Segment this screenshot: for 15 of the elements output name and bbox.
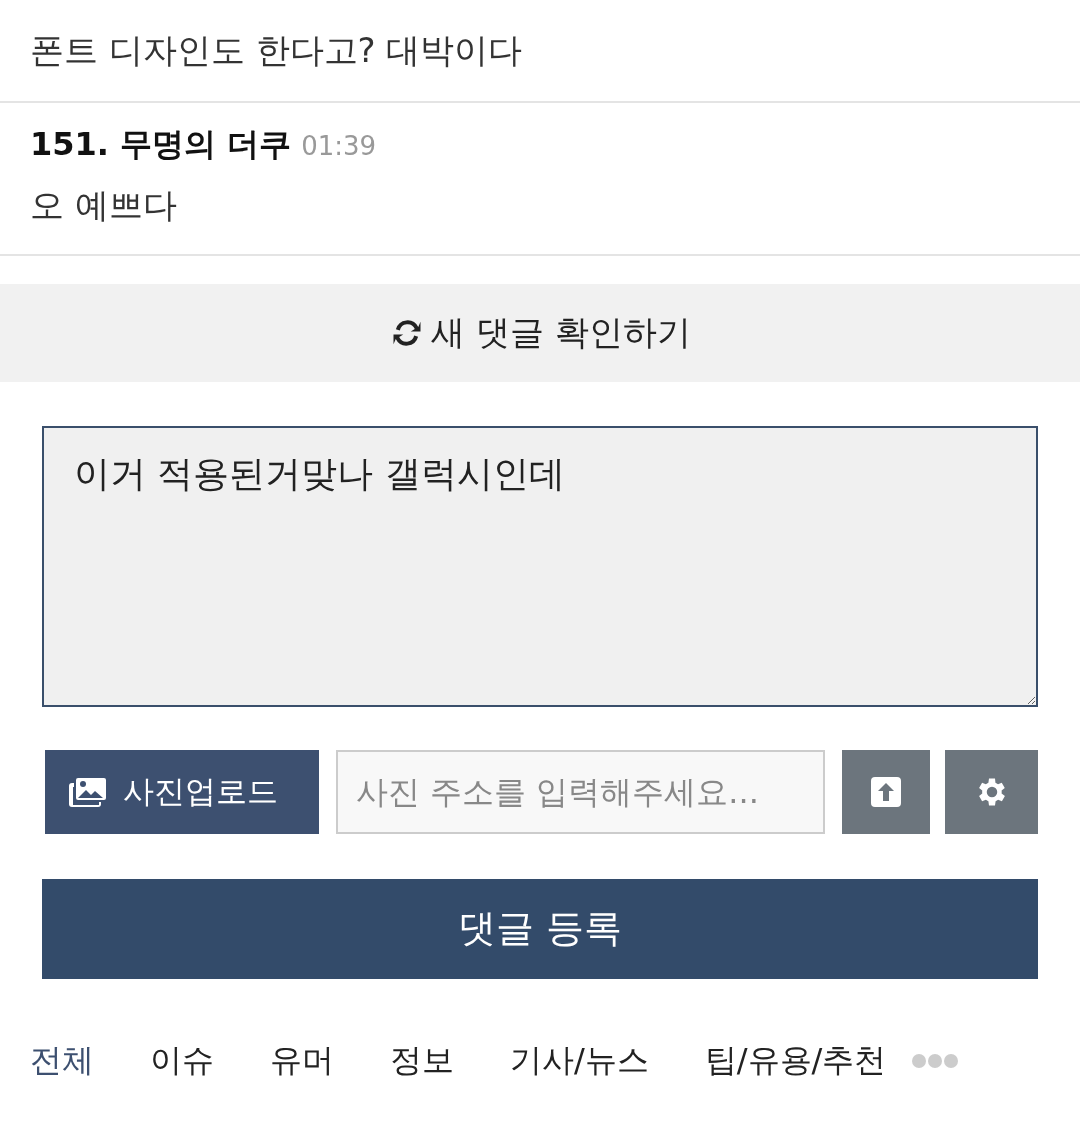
category-tab[interactable]: 기사/뉴스 [510,1038,649,1083]
photo-upload-button[interactable]: 사진업로드 [45,749,319,834]
photo-url-field[interactable]: 사진 주소를 입력해주세요... [336,749,826,834]
submit-comment-button[interactable]: 댓글 등록 [42,878,1038,979]
category-tab[interactable]: 팁/유용/추천 [704,1038,887,1083]
comment-time: 01:39 [301,130,377,161]
comment-text: 폰트 디자인도 한다고? 대박이다 [30,30,524,71]
comment-text: 오 예쁘다 [30,184,178,226]
category-tab[interactable]: 유머 [270,1038,334,1083]
category-tab[interactable]: 정보 [390,1038,454,1083]
category-tab[interactable]: 이슈 [150,1038,214,1083]
comment-author: 151. 무명의 더쿠 [30,123,292,165]
comment-input[interactable]: 이거 적용된거맞나 갤럭시인데 [42,425,1038,707]
category-tab[interactable]: 전체 [30,1038,94,1083]
refresh-comments-button[interactable]: 새 댓글 확인하기 [0,283,1080,382]
